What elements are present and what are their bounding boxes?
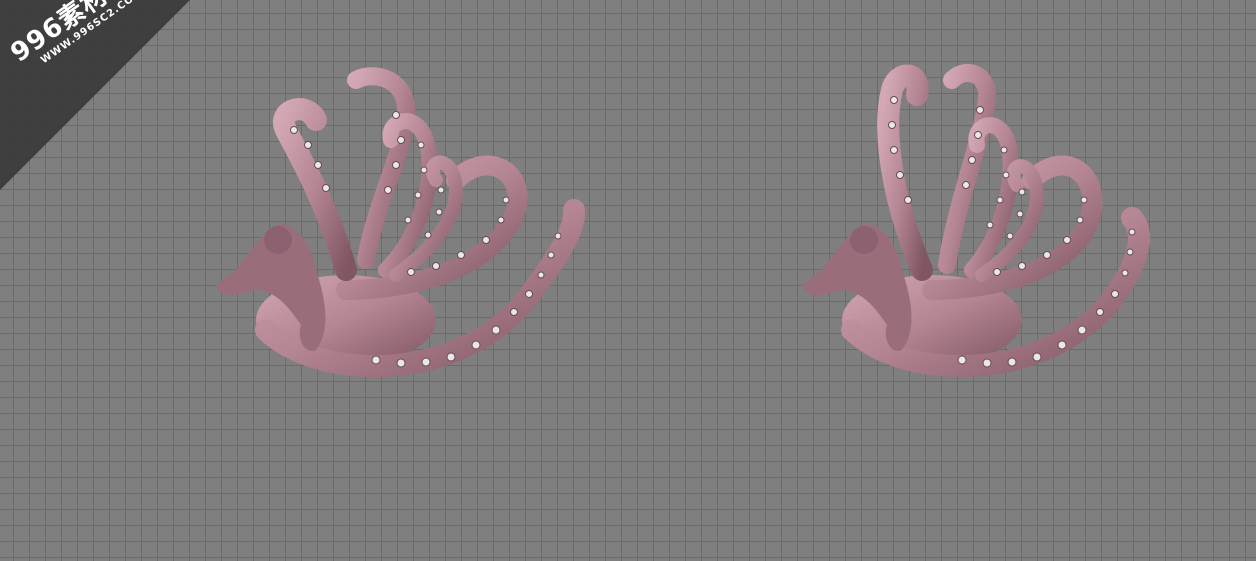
site-watermark: 996素材网 WWW.996SC2.COM [0,0,200,200]
octopus-creature-icon [802,64,1151,378]
sculpt-model-right[interactable] [782,40,1182,400]
sculpt-model-left[interactable] [196,40,596,400]
octopus-creature-icon [216,67,586,378]
3d-viewport[interactable]: 996素材网 WWW.996SC2.COM [0,0,1256,561]
